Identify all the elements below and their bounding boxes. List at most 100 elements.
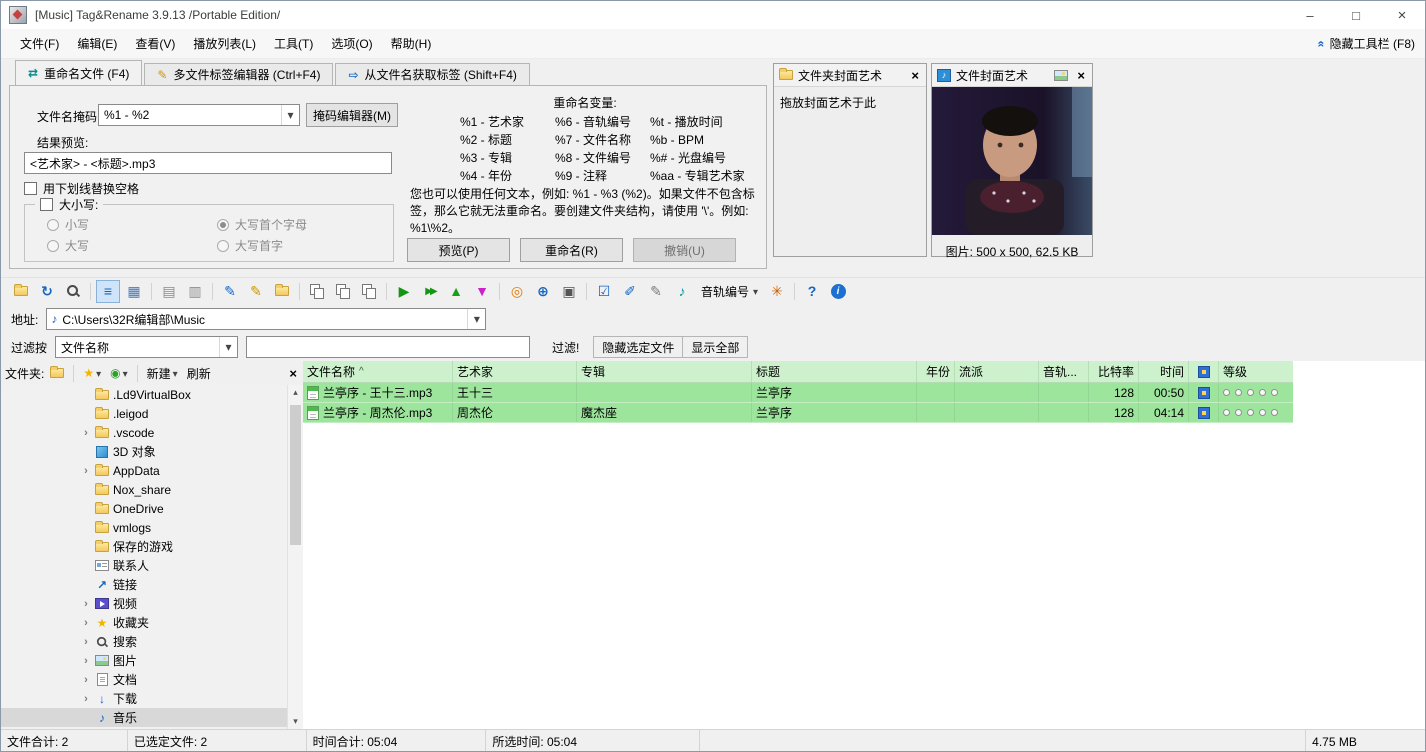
rename-button[interactable]: 重命名(R) — [520, 238, 623, 262]
rating-circles[interactable] — [1223, 389, 1278, 396]
menu-item-help[interactable]: 帮助(H) — [382, 29, 441, 59]
expand-arrow-icon[interactable] — [79, 465, 93, 477]
file-art-close-button[interactable] — [1075, 68, 1087, 83]
view-details-icon[interactable] — [122, 280, 146, 303]
help-icon[interactable] — [800, 280, 824, 303]
maximize-button[interactable]: □ — [1333, 1, 1379, 29]
tree-item-selected[interactable]: 音乐 — [1, 708, 287, 727]
column-header-bitrate[interactable]: 比特率 — [1089, 361, 1139, 382]
write-selected-icon[interactable] — [592, 280, 616, 303]
cd-lookup-icon[interactable] — [505, 280, 529, 303]
tree-item[interactable]: 视频 — [1, 594, 287, 613]
menu-item-playlist[interactable]: 播放列表(L) — [184, 29, 265, 59]
tree-item[interactable]: 3D 对象 — [1, 442, 287, 461]
expand-arrow-icon[interactable] — [79, 636, 93, 648]
favorites-dropdown[interactable] — [80, 365, 104, 381]
column-header-filename[interactable]: 文件名称 — [303, 361, 453, 382]
tree-item[interactable]: 搜索 — [1, 632, 287, 651]
copy-icon[interactable] — [305, 280, 329, 303]
expand-arrow-icon[interactable] — [79, 674, 93, 686]
move-down-icon[interactable] — [470, 280, 494, 303]
paste-icon[interactable] — [331, 280, 355, 303]
chevron-down-icon[interactable] — [281, 105, 299, 125]
open-folder-icon[interactable] — [9, 280, 33, 303]
column-header-year[interactable]: 年份 — [917, 361, 955, 382]
mask-combobox[interactable]: %1 - %2 — [98, 104, 300, 126]
column-header-album[interactable]: 专辑 — [577, 361, 752, 382]
column-header-artist[interactable]: 艺术家 — [453, 361, 577, 382]
pen-page-icon[interactable] — [618, 280, 642, 303]
tab-get-tags-from-filename[interactable]: 从文件名获取标签 (Shift+F4) — [335, 63, 529, 85]
column-header-rating[interactable]: 等级 — [1219, 361, 1293, 382]
address-combobox[interactable]: C:\Users\32R编辑部\Music — [46, 308, 486, 330]
expand-arrow-icon[interactable] — [79, 693, 93, 705]
track-number-dropdown[interactable]: 音轨编号 — [696, 280, 763, 303]
tree-item[interactable]: .vscode — [1, 423, 287, 442]
case-checkbox[interactable]: 大小写: — [35, 196, 103, 213]
wand-icon[interactable] — [765, 280, 789, 303]
window-icon[interactable] — [557, 280, 581, 303]
menu-item-file[interactable]: 文件(F) — [11, 29, 68, 59]
track-pen-icon[interactable] — [670, 280, 694, 303]
search-icon[interactable] — [61, 280, 85, 303]
web-lookup-icon[interactable] — [531, 280, 555, 303]
tree-item[interactable]: 收藏夹 — [1, 613, 287, 632]
expand-arrow-icon[interactable] — [79, 617, 93, 629]
column-header-genre[interactable]: 流派 — [955, 361, 1039, 382]
scrollbar-thumb[interactable] — [290, 405, 301, 545]
rename-folder-icon[interactable] — [270, 280, 294, 303]
browse-folder-icon[interactable] — [47, 367, 67, 379]
menu-item-options[interactable]: 选项(O) — [322, 29, 381, 59]
column-header-track[interactable]: 音轨... — [1039, 361, 1089, 382]
play-icon[interactable] — [392, 280, 416, 303]
file-row[interactable]: 兰亭序 - 周杰伦.mp3 周杰伦 魔杰座 兰亭序 128 04:14 — [303, 403, 1293, 423]
tree-item[interactable]: 联系人 — [1, 556, 287, 575]
tree-item[interactable]: vmlogs — [1, 518, 287, 537]
column-header-tagtype[interactable] — [1189, 361, 1219, 382]
tree-item[interactable]: .leigod — [1, 404, 287, 423]
scroll-up-icon[interactable]: ▴ — [288, 385, 303, 400]
menu-item-edit[interactable]: 编辑(E) — [68, 29, 126, 59]
rating-circles[interactable] — [1223, 409, 1278, 416]
folder-art-close-button[interactable] — [909, 68, 921, 83]
radio-lowercase[interactable]: 小写 — [47, 216, 89, 233]
close-button[interactable]: × — [1379, 1, 1425, 29]
tree-item[interactable]: 文档 — [1, 670, 287, 689]
remove-tags-icon[interactable] — [183, 280, 207, 303]
filter-button[interactable]: 过滤! — [546, 337, 585, 358]
tab-rename-files[interactable]: 重命名文件 (F4) — [15, 60, 142, 85]
minimize-button[interactable]: – — [1287, 1, 1333, 29]
go-folder-dropdown[interactable] — [107, 365, 131, 381]
chevron-down-icon[interactable] — [467, 309, 485, 329]
tree-item[interactable]: AppData — [1, 461, 287, 480]
radio-capitalize-first[interactable]: 大写首个字母 — [217, 216, 307, 233]
column-header-time[interactable]: 时间 — [1139, 361, 1189, 382]
scroll-down-icon[interactable]: ▾ — [288, 714, 303, 729]
radio-capitalize-words[interactable]: 大写首字 — [217, 237, 283, 254]
filter-input[interactable] — [246, 336, 530, 358]
column-header-title[interactable]: 标题 — [752, 361, 917, 382]
edit-tag-gold-icon[interactable] — [244, 280, 268, 303]
move-up-icon[interactable] — [444, 280, 468, 303]
play-all-icon[interactable] — [418, 280, 442, 303]
menu-item-view[interactable]: 查看(V) — [126, 29, 184, 59]
tree-item[interactable]: 图片 — [1, 651, 287, 670]
close-folders-button[interactable] — [287, 366, 299, 381]
refresh-folders-button[interactable]: 刷新 — [184, 364, 214, 383]
tree-item[interactable]: .Ld9VirtualBox — [1, 385, 287, 404]
tree-scrollbar[interactable]: ▴ ▾ — [287, 385, 303, 729]
filter-field-combobox[interactable]: 文件名称 — [55, 336, 238, 358]
underscore-checkbox[interactable]: 用下划线替换空格 — [24, 180, 139, 197]
chevron-down-icon[interactable] — [219, 337, 237, 357]
tree-item[interactable]: Nox_share — [1, 480, 287, 499]
new-folder-button[interactable]: 新建 — [144, 364, 181, 383]
edit-tag-blue-icon[interactable] — [218, 280, 242, 303]
file-row[interactable]: 兰亭序 - 王十三.mp3 王十三 兰亭序 128 00:50 — [303, 383, 1293, 403]
view-list-icon[interactable] — [96, 280, 120, 303]
info-icon[interactable] — [826, 280, 850, 303]
expand-arrow-icon[interactable] — [79, 598, 93, 610]
expand-arrow-icon[interactable] — [79, 427, 93, 439]
tree-item[interactable]: 链接 — [1, 575, 287, 594]
hide-selected-button[interactable]: 隐藏选定文件 — [594, 337, 682, 357]
paste-special-icon[interactable] — [357, 280, 381, 303]
